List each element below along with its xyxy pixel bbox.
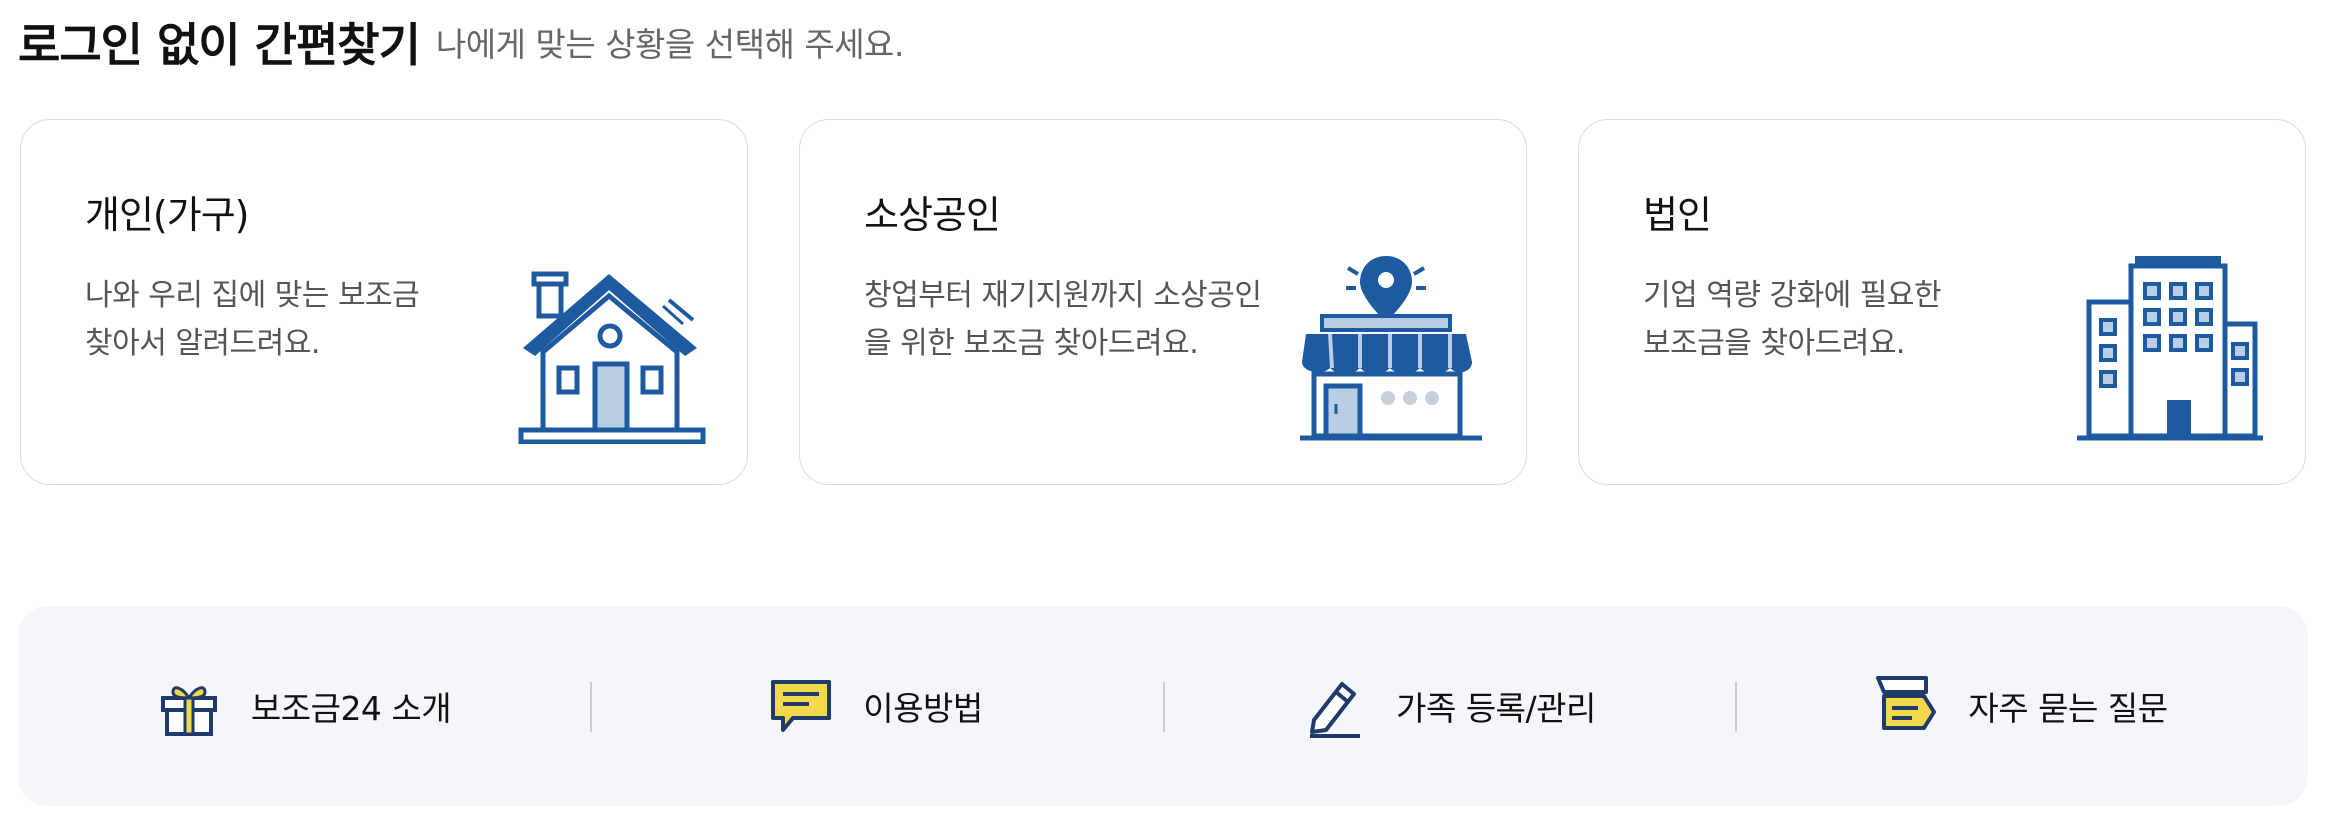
quick-link-how-to-use[interactable]: 이용방법 bbox=[590, 606, 1162, 806]
quick-link-divider bbox=[1163, 682, 1165, 732]
quick-link-about[interactable]: 보조금24 소개 bbox=[18, 606, 590, 806]
quick-link-label: 자주 묻는 질문 bbox=[1968, 689, 2168, 728]
pencil-icon bbox=[1310, 682, 1361, 738]
quick-link-label: 가족 등록/관리 bbox=[1396, 689, 1596, 728]
office-building-icon bbox=[2077, 256, 2263, 441]
section-header: 로그인 없이 간편찾기 나에게 맞는 상황을 선택해 주세요. bbox=[18, 6, 904, 78]
page-title: 로그인 없이 간편찾기 bbox=[18, 18, 421, 72]
card-title: 법인 bbox=[1643, 193, 1712, 237]
card-description-line: 보조금을 찾아드려요. bbox=[1643, 326, 1905, 361]
card-description-line: 기업 역량 강화에 필요한 bbox=[1643, 278, 1942, 313]
house-icon bbox=[518, 271, 706, 444]
quick-link-label: 이용방법 bbox=[863, 689, 983, 728]
category-cards: 개인(가구) 나와 우리 집에 맞는 보조금 찾아서 알려드려요. 소상공인 창… bbox=[20, 119, 2308, 485]
quick-link-divider bbox=[590, 682, 592, 732]
quick-link-family[interactable]: 가족 등록/관리 bbox=[1163, 606, 1735, 806]
card-description-line: 찾아서 알려드려요. bbox=[85, 326, 320, 361]
card-description-line: 창업부터 재기지원까지 소상공인 bbox=[864, 278, 1262, 313]
card-corporation[interactable]: 법인 기업 역량 강화에 필요한 보조금을 찾아드려요. bbox=[1578, 119, 2306, 485]
card-title: 소상공인 bbox=[864, 193, 1001, 237]
card-title: 개인(가구) bbox=[85, 193, 249, 237]
quick-link-divider bbox=[1735, 682, 1737, 732]
quick-link-faq[interactable]: 자주 묻는 질문 bbox=[1735, 606, 2307, 806]
card-small-business[interactable]: 소상공인 창업부터 재기지원까지 소상공인 을 위한 보조금 찾아드려요. bbox=[799, 119, 1527, 485]
quick-link-label: 보조금24 소개 bbox=[250, 689, 452, 728]
page-subtitle: 나에게 맞는 상황을 선택해 주세요. bbox=[435, 25, 905, 64]
chat-bubble-icon bbox=[771, 680, 832, 732]
quick-links-bar: 보조금24 소개 이용방법 가족 등록/관리 자주 묻는 질문 bbox=[18, 606, 2308, 806]
gift-icon bbox=[160, 686, 217, 736]
card-description-line: 을 위한 보조금 찾아드려요. bbox=[864, 326, 1199, 361]
card-description: 기업 역량 강화에 필요한 보조금을 찾아드려요. bbox=[1643, 272, 2083, 368]
card-individual[interactable]: 개인(가구) 나와 우리 집에 맞는 보조금 찾아서 알려드려요. bbox=[20, 119, 748, 485]
card-description: 창업부터 재기지원까지 소상공인 을 위한 보조금 찾아드려요. bbox=[864, 272, 1304, 368]
card-description-line: 나와 우리 집에 맞는 보조금 bbox=[85, 278, 420, 313]
card-description: 나와 우리 집에 맞는 보조금 찾아서 알려드려요. bbox=[85, 272, 525, 368]
store-location-icon bbox=[1300, 256, 1482, 441]
faq-icon bbox=[1876, 676, 1937, 730]
